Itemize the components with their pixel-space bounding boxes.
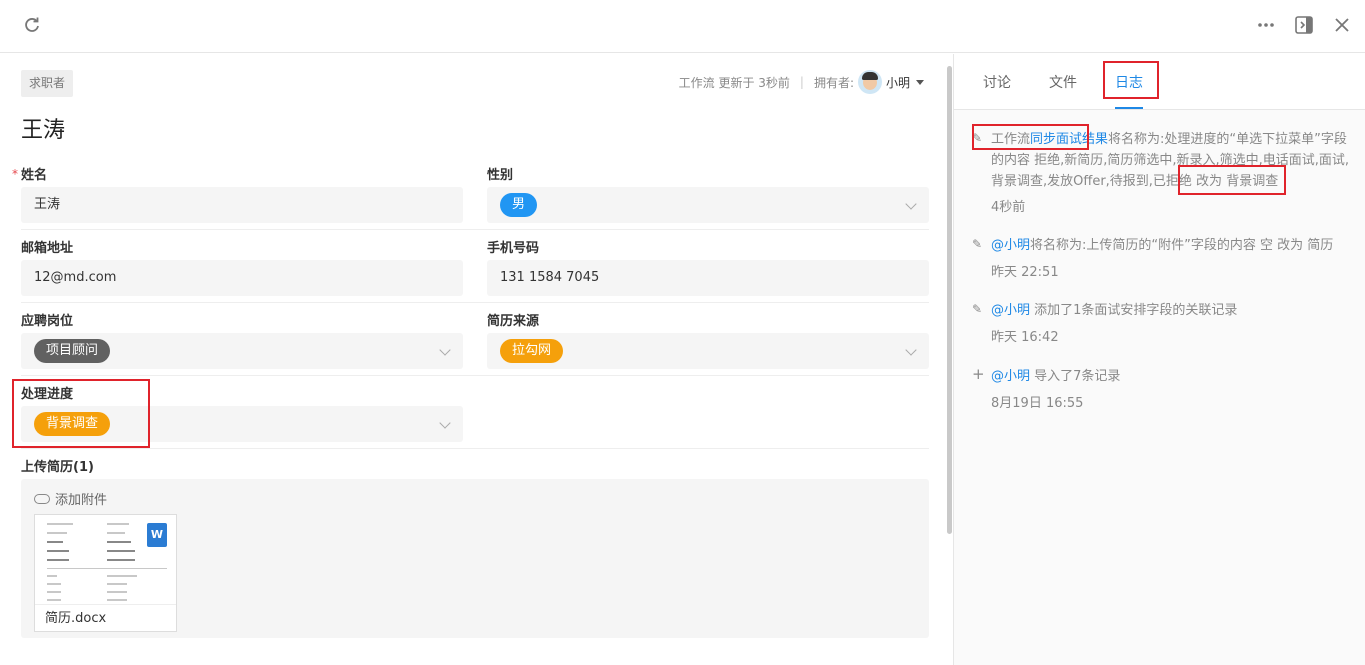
highlight-box — [12, 379, 150, 448]
log-link[interactable]: @小明 — [991, 303, 1030, 318]
record-title: 王涛 — [21, 118, 66, 143]
refresh-icon[interactable] — [22, 15, 42, 35]
name-label: 姓名 — [21, 168, 48, 183]
email-value: 12@md.com — [34, 270, 117, 285]
chevron-down-icon — [905, 198, 917, 210]
highlight-box — [1178, 165, 1286, 195]
gender-select[interactable]: 男 — [487, 187, 929, 223]
gender-pill: 男 — [500, 193, 538, 217]
owner-avatar[interactable] — [857, 70, 882, 94]
close-icon[interactable] — [1332, 15, 1352, 35]
highlight-box — [972, 124, 1089, 150]
workflow-status: 工作流 更新于 3秒前 — [678, 75, 790, 90]
log-link[interactable]: @小明 — [991, 238, 1030, 253]
tab-discussion[interactable]: 讨论 — [983, 72, 1011, 92]
source-pill: 拉勾网 — [500, 339, 564, 363]
email-label: 邮箱地址 — [21, 241, 74, 256]
log-text: @小明将名称为:上传简历的“附件”字段的内容 空 改为 简历 — [991, 238, 1334, 253]
divider — [21, 375, 929, 376]
gender-label: 性别 — [487, 168, 514, 183]
chevron-down-icon — [439, 417, 451, 429]
resume-label: 上传简历(1) — [21, 460, 94, 475]
log-text: @小明 导入了7条记录 — [991, 369, 1121, 384]
activity-panel: 讨论 文件 日志 ✎ 工作流同步面试结果将名称为:处理进度的“单选下拉菜单”字段… — [953, 54, 1365, 665]
scrollbar-thumb[interactable] — [947, 66, 952, 534]
name-field[interactable]: 王涛 — [21, 187, 463, 223]
highlight-box — [1103, 61, 1159, 99]
word-file-icon: W — [147, 523, 167, 547]
divider — [21, 448, 929, 449]
position-select[interactable]: 项目顾问 — [21, 333, 463, 369]
log-time: 8月19日 16:55 — [991, 396, 1084, 411]
phone-value: 131 1584 7045 — [500, 270, 600, 285]
add-attachment-label: 添加附件 — [55, 493, 108, 508]
sidebar-collapse-icon[interactable] — [1294, 15, 1314, 35]
add-attachment-button[interactable]: 添加附件 — [34, 489, 107, 508]
source-label: 简历来源 — [487, 314, 540, 329]
log-time: 昨天 22:51 — [991, 265, 1059, 280]
source-select[interactable]: 拉勾网 — [487, 333, 929, 369]
attachment-area: 添加附件 W 简历.docx — [21, 479, 929, 638]
log-entry: + @小明 导入了7条记录 8月19日 16:55 — [972, 365, 1352, 411]
tab-files[interactable]: 文件 — [1049, 72, 1077, 92]
scrollbar[interactable] — [946, 54, 953, 665]
chevron-down-icon — [439, 344, 451, 356]
owner-label: 拥有者: — [813, 75, 854, 90]
owner-name[interactable]: 小明 — [886, 74, 910, 91]
log-entry: ✎ @小明 添加了1条面试安排字段的关联记录 昨天 16:42 — [972, 300, 1352, 345]
attachment-card[interactable]: W 简历.docx — [34, 514, 177, 632]
position-pill: 项目顾问 — [34, 339, 111, 363]
log-time: 昨天 16:42 — [991, 330, 1059, 345]
divider — [21, 302, 929, 303]
pencil-icon: ✎ — [972, 237, 983, 251]
panel-tabs: 讨论 文件 日志 — [954, 54, 1365, 110]
record-detail: 求职者 工作流 更新于 3秒前 | 拥有者: 小明 王涛 * 姓名 王涛 性别 … — [0, 54, 946, 665]
name-value: 王涛 — [34, 197, 61, 212]
active-tab-indicator — [1115, 107, 1143, 109]
phone-label: 手机号码 — [487, 241, 540, 256]
required-mark: * — [12, 167, 18, 181]
record-category-tag: 求职者 — [21, 70, 74, 97]
owner-dropdown-icon[interactable] — [916, 79, 924, 85]
top-bar — [0, 0, 1365, 53]
pencil-icon: ✎ — [972, 302, 983, 316]
paperclip-icon — [34, 493, 50, 504]
phone-field[interactable]: 131 1584 7045 — [487, 260, 929, 296]
log-text: @小明 添加了1条面试安排字段的关联记录 — [991, 303, 1238, 318]
position-label: 应聘岗位 — [21, 314, 74, 329]
log-entry: ✎ @小明将名称为:上传简历的“附件”字段的内容 空 改为 简历 昨天 22:5… — [972, 235, 1352, 280]
chevron-down-icon — [905, 344, 917, 356]
log-link[interactable]: @小明 — [991, 369, 1030, 384]
divider — [21, 229, 929, 230]
meta-separator: | — [799, 75, 804, 89]
attachment-file-name: 简历.docx — [35, 604, 176, 632]
plus-icon: + — [972, 365, 985, 383]
more-icon[interactable] — [1256, 15, 1276, 35]
email-field[interactable]: 12@md.com — [21, 260, 463, 296]
record-meta: 工作流 更新于 3秒前 | 拥有者: 小明 — [679, 70, 924, 94]
log-time: 4秒前 — [991, 200, 1026, 215]
